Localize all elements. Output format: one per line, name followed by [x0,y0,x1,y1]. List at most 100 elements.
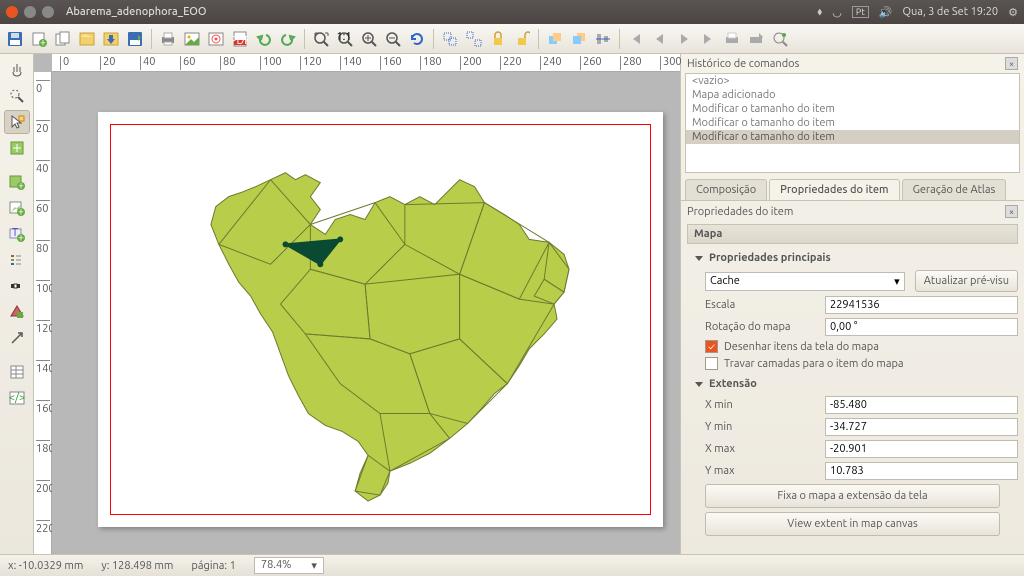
collapse-icon [695,256,703,261]
atlas-export-button[interactable] [745,28,767,50]
atlas-prev-button[interactable] [649,28,671,50]
view-extent-button[interactable]: View extent in map canvas [705,512,1000,536]
indicator-volume-icon[interactable]: 🔊 [879,6,893,19]
add-arrow-tool[interactable] [4,326,30,350]
close-panel-icon[interactable]: × [1005,205,1018,218]
rotation-input[interactable] [825,318,1018,336]
ruler-vertical: 020406080100120140160180200220 [34,72,52,554]
history-item[interactable]: Modificar o tamanho do item [686,116,1019,130]
atlas-settings-button[interactable] [769,28,791,50]
redo-button[interactable] [277,28,299,50]
canvas-area: document.write(''); 02040608010012014016… [34,54,680,554]
history-item[interactable]: <vazio> [686,74,1019,88]
atlas-print-button[interactable] [721,28,743,50]
refresh-button[interactable] [406,28,428,50]
atlas-first-button[interactable] [625,28,647,50]
raise-button[interactable] [544,28,566,50]
atlas-last-button[interactable] [697,28,719,50]
add-image-tool[interactable]: + [4,196,30,220]
add-html-tool[interactable]: </> [4,386,30,410]
render-mode-combo[interactable]: Cache▾ [705,272,905,291]
composer-manager-button[interactable] [76,28,98,50]
unlock-button[interactable] [511,28,533,50]
window-close-icon[interactable] [6,6,18,18]
lock-layers-checkbox[interactable]: Travar camadas para o item do mapa [705,357,1018,370]
history-item[interactable]: Modificar o tamanho do item [686,130,1019,144]
duplicate-composer-button[interactable] [52,28,74,50]
lower-button[interactable] [568,28,590,50]
draw-canvas-items-checkbox[interactable]: ✓Desenhar itens da tela do mapa [705,340,1018,353]
indicator-gear-icon[interactable]: ⚙ [1008,6,1018,19]
close-panel-icon[interactable]: × [1005,57,1018,70]
add-shape-tool[interactable] [4,300,30,324]
set-to-canvas-extent-button[interactable]: Fixa o mapa a extensão da tela [705,484,1000,508]
ymin-input[interactable] [825,418,1018,436]
zoom-out-button[interactable] [382,28,404,50]
save-template-button[interactable] [124,28,146,50]
xmin-input[interactable] [825,396,1018,414]
svg-text:+: + [17,232,23,242]
scale-input[interactable] [825,296,1018,314]
export-svg-button[interactable] [205,28,227,50]
ymax-input[interactable] [825,462,1018,480]
group-button[interactable] [439,28,461,50]
svg-text:1:1: 1:1 [337,31,352,43]
add-scalebar-tool[interactable] [4,274,30,298]
xmax-input[interactable] [825,440,1018,458]
canvas[interactable] [52,72,680,554]
save-button[interactable] [4,28,26,50]
zoom-in-button[interactable] [358,28,380,50]
add-legend-tool[interactable] [4,248,30,272]
add-table-tool[interactable] [4,360,30,384]
tool-separator [4,352,30,358]
window-maximize-icon[interactable] [42,6,54,18]
align-button[interactable] [592,28,614,50]
indicator-wifi-icon[interactable]: ◡ [832,6,842,19]
export-image-button[interactable] [181,28,203,50]
ymax-label: Y max [705,465,815,477]
load-template-button[interactable] [100,28,122,50]
lock-button[interactable] [487,28,509,50]
status-page: página: 1 [191,560,235,572]
add-label-tool[interactable]: T+ [4,222,30,246]
window-minimize-icon[interactable] [24,6,36,18]
indicator-keyboard[interactable]: Pt [852,6,869,18]
zoom-full-button[interactable] [310,28,332,50]
zoom-combo[interactable]: 78.4%▾ [254,557,324,574]
zoom-tool[interactable] [4,84,30,108]
xmax-label: X max [705,443,815,455]
left-toolbar: + + T+ </> [0,54,34,554]
atlas-next-button[interactable] [673,28,695,50]
tab-item-properties[interactable]: Propriedades do item [769,179,899,200]
history-item[interactable]: Modificar o tamanho do item [686,102,1019,116]
scale-label: Escala [705,299,815,311]
undo-button[interactable] [253,28,275,50]
checkbox-on-icon: ✓ [705,340,718,353]
composer-page[interactable] [98,112,663,527]
indicator-clock[interactable]: Qua, 3 de Set 19:20 [902,6,998,18]
ungroup-button[interactable] [463,28,485,50]
ymin-label: Y min [705,421,815,433]
print-button[interactable] [157,28,179,50]
pan-tool[interactable] [4,58,30,82]
section-extent[interactable]: Extensão [695,378,1018,390]
tab-composition[interactable]: Composição [685,179,767,200]
main-toolbar: + PDF 1:1 [0,24,1024,54]
zoom-actual-button[interactable]: 1:1 [334,28,356,50]
section-map-header: Mapa [687,224,1018,244]
history-list[interactable]: <vazio> Mapa adicionado Modificar o tama… [685,73,1020,173]
new-composer-button[interactable]: + [28,28,50,50]
update-preview-button[interactable]: Atualizar pré-visu [915,270,1018,292]
select-tool[interactable] [4,110,30,134]
svg-text:PDF: PDF [232,35,248,47]
history-item[interactable]: Mapa adicionado [686,88,1019,102]
map-item-frame[interactable] [110,124,651,515]
move-content-tool[interactable] [4,136,30,160]
add-map-tool[interactable]: + [4,170,30,194]
tab-atlas[interactable]: Geração de Atlas [902,179,1007,200]
svg-text:+: + [17,206,23,216]
window-titlebar: Abarema_adenophora_EOO ⬧ ◡ Pt 🔊 Qua, 3 d… [0,0,1024,24]
indicator-dropbox-icon[interactable]: ⬧ [817,6,822,19]
export-pdf-button[interactable]: PDF [229,28,251,50]
section-main-props[interactable]: Propriedades principais [695,252,1018,264]
